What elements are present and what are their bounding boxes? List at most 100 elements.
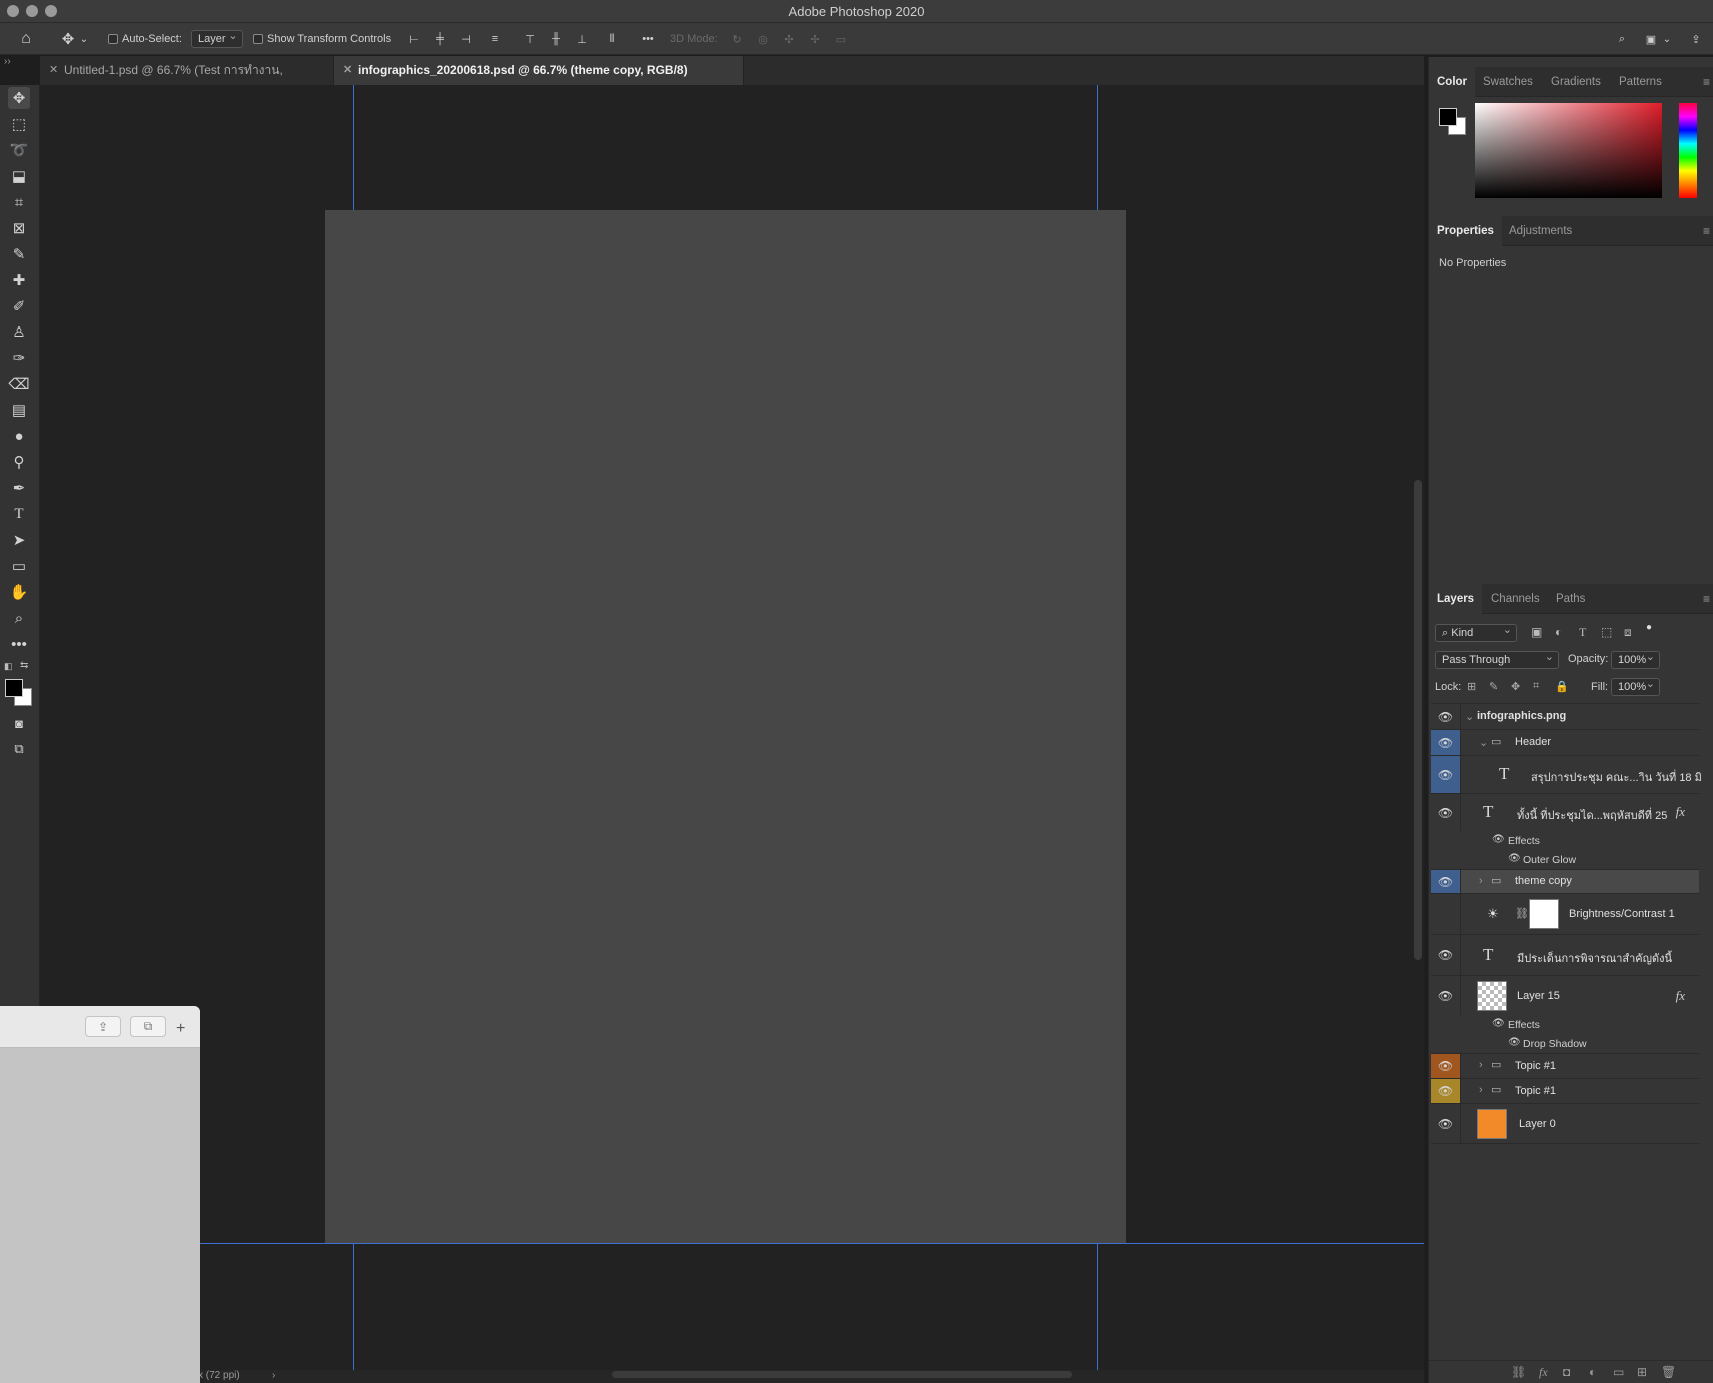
hue-slider[interactable]: [1679, 103, 1697, 198]
expand-toolbar-icon[interactable]: ››: [4, 56, 11, 67]
tab-infographics[interactable]: ✕ infographics_20200618.psd @ 66.7% (the…: [334, 56, 744, 85]
lock-transparent-icon[interactable]: ⊞: [1467, 680, 1476, 693]
layer-row[interactable]: 👁 › ▭ Topic #1: [1431, 1053, 1699, 1078]
add-mask-icon[interactable]: ◘: [1563, 1365, 1570, 1379]
filter-shape-icon[interactable]: ⬚: [1601, 625, 1612, 639]
filter-toggle-icon[interactable]: ●: [1646, 622, 1652, 633]
layer-thumbnail[interactable]: [1477, 1109, 1507, 1139]
hand-tool-icon[interactable]: ✋: [8, 581, 30, 603]
object-select-tool-icon[interactable]: ⬓: [8, 165, 30, 187]
chevron-down-icon[interactable]: ⌄: [1479, 736, 1488, 749]
tab-color[interactable]: Color: [1429, 67, 1476, 97]
vertical-scrollbar[interactable]: [1414, 480, 1422, 960]
3d-roll-icon[interactable]: ◎: [753, 30, 773, 48]
chevron-right-icon[interactable]: ›: [1479, 1084, 1483, 1096]
lock-all-icon[interactable]: 🔒: [1555, 680, 1569, 693]
distribute-vertical-icon[interactable]: ⦀: [602, 30, 622, 48]
frame-tool-icon[interactable]: ⊠: [8, 217, 30, 239]
fx-icon[interactable]: fx: [1676, 988, 1685, 1004]
link-layers-icon[interactable]: ⛓: [1511, 1365, 1526, 1379]
clone-stamp-tool-icon[interactable]: ♙: [8, 321, 30, 343]
align-bottom-icon[interactable]: ⊥: [572, 30, 592, 48]
blur-tool-icon[interactable]: ●: [8, 425, 30, 447]
visibility-eye-icon[interactable]: 👁: [1431, 704, 1461, 729]
new-layer-icon[interactable]: ⊞: [1637, 1365, 1647, 1379]
horizontal-scrollbar[interactable]: [612, 1371, 1072, 1378]
tab-channels[interactable]: Channels: [1491, 584, 1540, 614]
share-icon[interactable]: ⇪: [85, 1016, 121, 1037]
effects-eye-icon[interactable]: 👁: [1492, 834, 1505, 845]
lock-artboard-icon[interactable]: ⌗: [1533, 680, 1539, 693]
tab-gradients[interactable]: Gradients: [1551, 67, 1601, 97]
tabs-overview-icon[interactable]: ⧉: [130, 1016, 166, 1037]
mask-thumbnail[interactable]: [1529, 899, 1559, 929]
layer-row[interactable]: 👁 Layer 0: [1431, 1103, 1699, 1144]
tab-properties[interactable]: Properties: [1429, 216, 1502, 246]
chevron-down-icon[interactable]: ⌄: [78, 30, 90, 48]
filter-pixel-icon[interactable]: ▣: [1531, 625, 1542, 639]
visibility-eye-icon[interactable]: 👁: [1431, 1054, 1461, 1078]
3d-scale-icon[interactable]: ▭: [831, 30, 851, 48]
tab-patterns[interactable]: Patterns: [1619, 67, 1662, 97]
search-icon[interactable]: ⌕: [1612, 30, 1632, 48]
tab-layers[interactable]: Layers: [1429, 584, 1483, 614]
chevron-right-icon[interactable]: ›: [1479, 1059, 1483, 1071]
effect-eye-icon[interactable]: 👁: [1508, 1037, 1521, 1048]
eraser-tool-icon[interactable]: ⌫: [8, 373, 30, 395]
close-tab-icon[interactable]: ✕: [343, 56, 352, 85]
tab-swatches[interactable]: Swatches: [1483, 67, 1533, 97]
move-tool-preset-icon[interactable]: ✥: [58, 30, 78, 48]
layer-row[interactable]: 👁 ☀ ⛓ Brightness/Contrast 1: [1431, 893, 1699, 934]
default-colors-icon[interactable]: ◧: [4, 661, 13, 672]
fx-icon[interactable]: fx: [1676, 804, 1685, 820]
3d-pan-icon[interactable]: ✣: [779, 30, 799, 48]
lasso-tool-icon[interactable]: ➰: [8, 139, 30, 161]
visibility-eye-icon[interactable]: 👁: [1431, 730, 1461, 755]
layer-row[interactable]: 👁 Layer 15 fx: [1431, 975, 1699, 1015]
visibility-eye-icon[interactable]: 👁: [1431, 1104, 1461, 1143]
visibility-eye-icon[interactable]: 👁: [1431, 756, 1461, 793]
panel-menu-icon[interactable]: ≡: [1703, 75, 1710, 89]
align-right-icon[interactable]: ⊣: [456, 30, 476, 48]
status-menu-arrow[interactable]: ›: [272, 1370, 275, 1381]
crop-tool-icon[interactable]: ⌗: [8, 191, 30, 213]
visibility-eye-icon[interactable]: 👁: [1431, 976, 1461, 1015]
tab-paths[interactable]: Paths: [1556, 584, 1585, 614]
distribute-icon[interactable]: ≡: [485, 30, 505, 48]
3d-orbit-icon[interactable]: ↻: [727, 30, 747, 48]
history-brush-tool-icon[interactable]: ✑: [8, 347, 30, 369]
edit-toolbar-icon[interactable]: •••: [8, 633, 30, 655]
link-icon[interactable]: ⛓: [1515, 907, 1529, 920]
more-options-icon[interactable]: •••: [638, 30, 658, 48]
visibility-eye-icon[interactable]: 👁: [1431, 935, 1461, 975]
foreground-color-swatch[interactable]: [5, 679, 23, 697]
healing-brush-tool-icon[interactable]: ✚: [8, 269, 30, 291]
chevron-right-icon[interactable]: ›: [1479, 875, 1483, 887]
blend-mode-dropdown[interactable]: Pass Through: [1435, 649, 1559, 669]
foreground-color-swatch[interactable]: [1439, 108, 1457, 126]
chevron-down-icon[interactable]: ⌄: [1661, 30, 1673, 48]
layer-thumbnail[interactable]: [1477, 981, 1507, 1011]
share-icon[interactable]: ⇪: [1686, 30, 1706, 48]
layer-filter-dropdown[interactable]: ⌕ Kind: [1435, 622, 1517, 642]
filter-type-icon[interactable]: T: [1579, 625, 1586, 640]
panel-menu-icon[interactable]: ≡: [1703, 592, 1710, 606]
new-adjustment-icon[interactable]: ◐: [1589, 1365, 1596, 1379]
new-group-icon[interactable]: ▭: [1613, 1365, 1624, 1379]
layer-row[interactable]: 👁 T มีประเด็นการพิจารณาสำคัญดังนี้: [1431, 934, 1699, 975]
chevron-down-icon[interactable]: ⌄: [1465, 710, 1474, 723]
pen-tool-icon[interactable]: ✒: [8, 477, 30, 499]
move-tool-icon[interactable]: ✥: [8, 87, 30, 109]
gradient-tool-icon[interactable]: ▤: [8, 399, 30, 421]
dodge-tool-icon[interactable]: ⚲: [8, 451, 30, 473]
layer-row[interactable]: 👁 › ▭ Topic #1: [1431, 1078, 1699, 1103]
layer-row[interactable]: 👁 › ▭ theme copy: [1431, 869, 1699, 893]
screen-mode-icon[interactable]: ⧉: [8, 738, 30, 760]
layer-row[interactable]: 👁 T สรุปการประชุม คณะ...าิน วันที่ 18 มิ: [1431, 755, 1702, 793]
workspace-icon[interactable]: ▣: [1641, 30, 1661, 48]
auto-select-checkbox[interactable]: Auto-Select:: [108, 30, 182, 48]
layer-row[interactable]: 👁 ⌄ infographics.png: [1431, 703, 1699, 729]
swap-colors-icon[interactable]: ⇆: [20, 660, 28, 671]
visibility-eye-icon[interactable]: 👁: [1431, 894, 1461, 934]
effects-eye-icon[interactable]: 👁: [1492, 1018, 1505, 1029]
